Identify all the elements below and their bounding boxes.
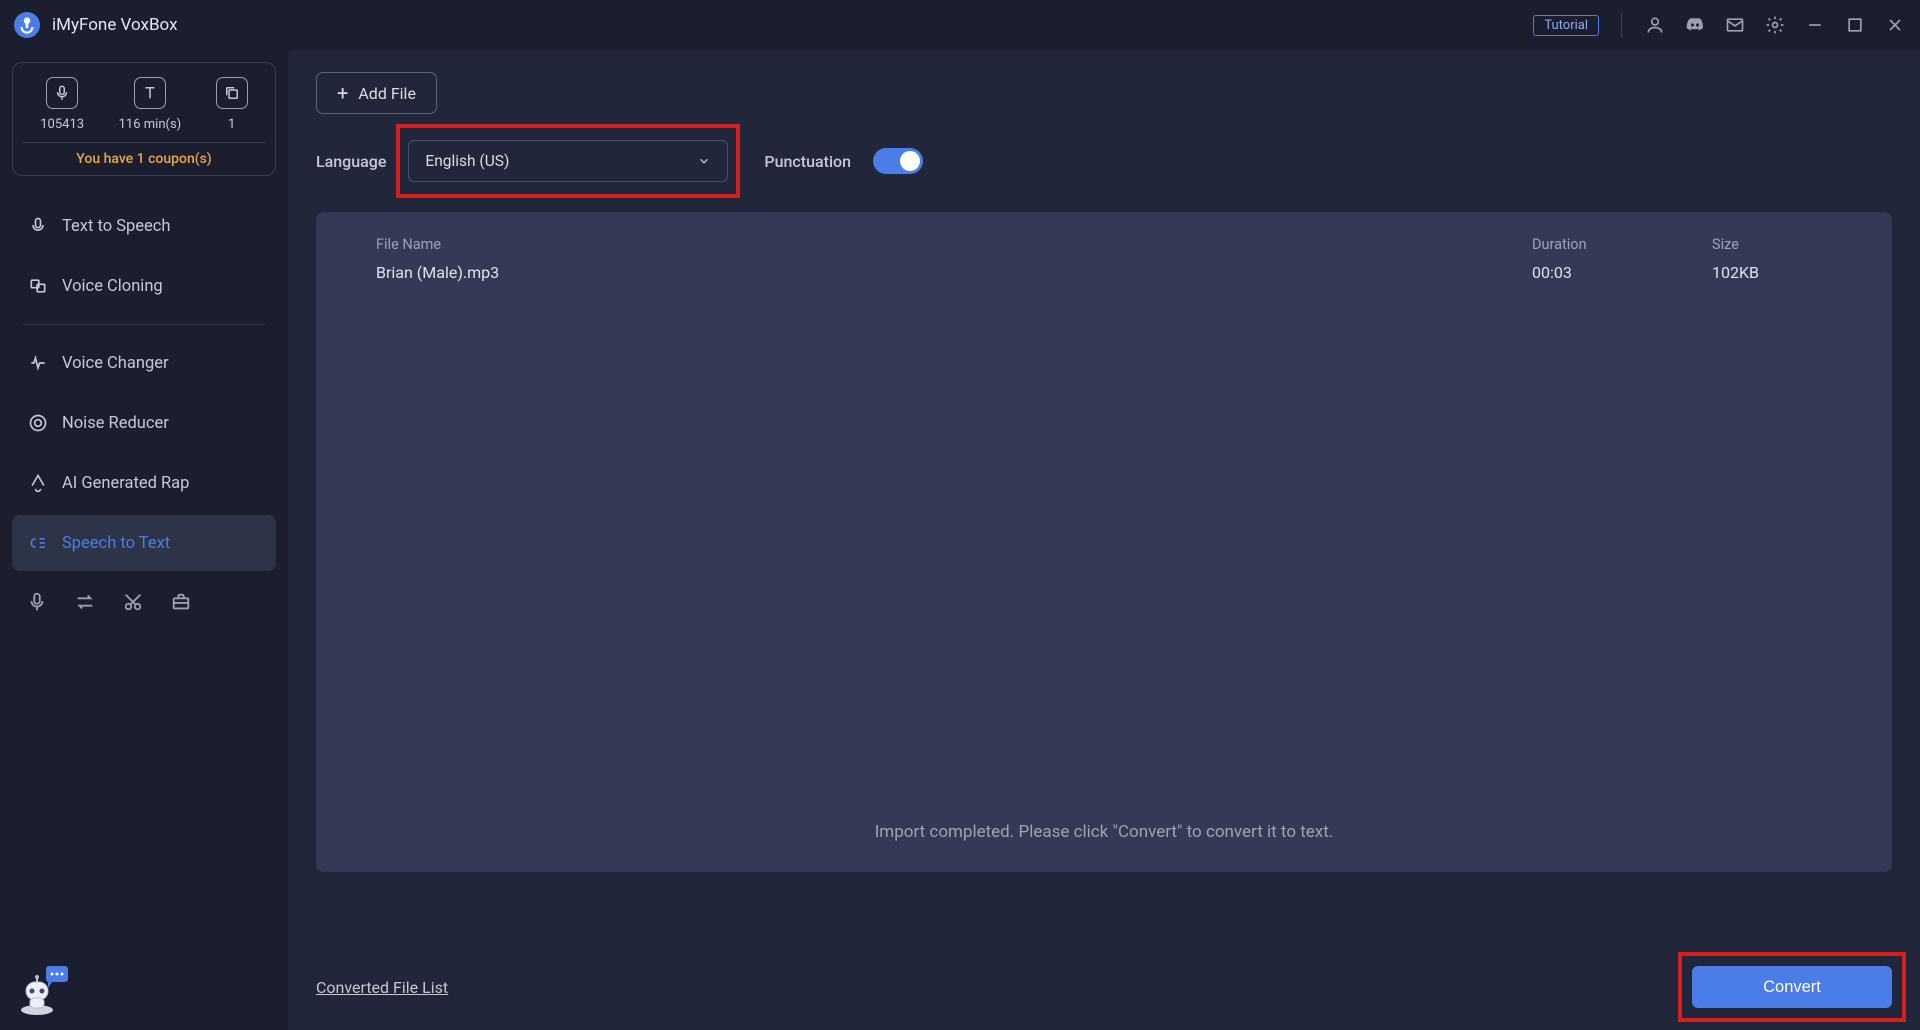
sidebar: 105413 116 min(s) 1 You have 1 coupon(s)… <box>0 50 288 1030</box>
close-icon[interactable] <box>1884 14 1906 36</box>
nav-label: Text to Speech <box>62 217 171 236</box>
stat-count[interactable]: 1 <box>216 77 248 132</box>
convert-button[interactable]: Convert <box>1692 966 1892 1008</box>
nav-ai-rap[interactable]: AI Generated Rap <box>12 455 276 511</box>
file-row[interactable]: Brian (Male).mp3 00:03 102KB <box>376 263 1832 282</box>
nav-noise-reducer[interactable]: Noise Reducer <box>12 395 276 451</box>
discord-icon[interactable] <box>1684 14 1706 36</box>
converted-file-list-link[interactable]: Converted File List <box>316 978 448 997</box>
file-size: 102KB <box>1712 263 1832 282</box>
cut-icon[interactable] <box>122 591 144 613</box>
language-select[interactable]: English (US) <box>408 140 728 182</box>
main-panel: + Add File Language English (US) Punctua… <box>288 50 1920 1030</box>
punctuation-toggle[interactable] <box>873 148 923 174</box>
file-panel: File Name Duration Size Brian (Male).mp3… <box>316 212 1892 872</box>
stat-minutes[interactable]: 116 min(s) <box>119 77 182 132</box>
briefcase-icon[interactable] <box>170 591 192 613</box>
stat-value: 105413 <box>40 117 84 132</box>
file-name: Brian (Male).mp3 <box>376 263 1532 282</box>
record-icon[interactable] <box>26 591 48 613</box>
nav-text-to-speech[interactable]: Text to Speech <box>12 198 276 254</box>
coupon-banner[interactable]: You have 1 coupon(s) <box>23 142 265 175</box>
chat-bot-icon[interactable] <box>12 958 72 1018</box>
text-icon <box>134 77 166 109</box>
chevron-down-icon <box>697 154 711 168</box>
stat-value: 1 <box>228 117 235 132</box>
col-size: Size <box>1712 236 1832 253</box>
import-message: Import completed. Please click "Convert"… <box>376 812 1832 852</box>
app-title: iMyFone VoxBox <box>52 15 178 35</box>
toggle-knob <box>900 151 920 171</box>
maximize-icon[interactable] <box>1844 14 1866 36</box>
settings-icon[interactable] <box>1764 14 1786 36</box>
nav: Text to Speech Voice Cloning Voice Chang… <box>12 198 276 571</box>
col-name: File Name <box>376 236 1532 253</box>
app-logo <box>14 12 40 38</box>
file-header: File Name Duration Size <box>376 236 1832 253</box>
separator <box>1621 13 1622 37</box>
tool-row <box>12 591 276 613</box>
copy-icon <box>216 77 248 109</box>
language-value: English (US) <box>425 152 509 170</box>
plus-icon: + <box>337 83 348 103</box>
convert-icon[interactable] <box>74 591 96 613</box>
nav-voice-cloning[interactable]: Voice Cloning <box>12 258 276 314</box>
divider <box>22 324 266 325</box>
nav-voice-changer[interactable]: Voice Changer <box>12 335 276 391</box>
mail-icon[interactable] <box>1724 14 1746 36</box>
nav-speech-to-text[interactable]: Speech to Text <box>12 515 276 571</box>
file-duration: 00:03 <box>1532 263 1712 282</box>
add-file-label: Add File <box>358 84 416 103</box>
nav-label: Voice Cloning <box>62 277 163 296</box>
language-label: Language <box>316 152 386 171</box>
add-file-button[interactable]: + Add File <box>316 72 437 114</box>
nav-label: Speech to Text <box>62 534 170 553</box>
nav-label: Voice Changer <box>62 354 169 373</box>
mic-icon <box>46 77 78 109</box>
titlebar: iMyFone VoxBox Tutorial <box>0 0 1920 50</box>
stats-card: 105413 116 min(s) 1 You have 1 coupon(s) <box>12 62 276 176</box>
punctuation-label: Punctuation <box>764 152 851 171</box>
col-duration: Duration <box>1532 236 1712 253</box>
stat-value: 116 min(s) <box>119 117 182 132</box>
stat-characters[interactable]: 105413 <box>40 77 84 132</box>
nav-label: Noise Reducer <box>62 414 169 433</box>
account-icon[interactable] <box>1644 14 1666 36</box>
tutorial-button[interactable]: Tutorial <box>1533 15 1599 36</box>
minimize-icon[interactable] <box>1804 14 1826 36</box>
nav-label: AI Generated Rap <box>62 474 189 493</box>
